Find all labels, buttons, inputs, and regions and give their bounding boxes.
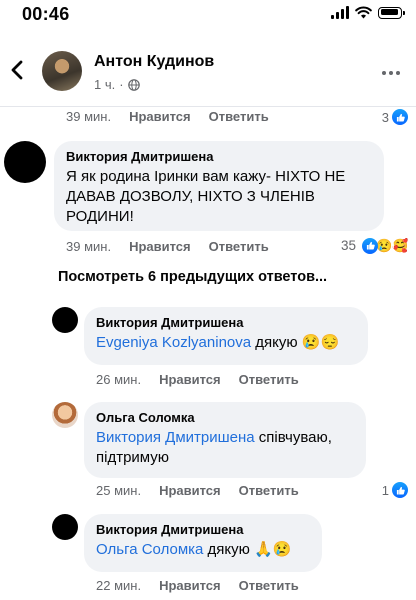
prev-comment-meta: 39 мин. Нравится Ответить (66, 109, 287, 124)
reply-meta: 26 мин. Нравится Ответить (96, 372, 317, 387)
like-icon (392, 109, 408, 125)
reply-button[interactable]: Ответить (209, 109, 269, 124)
like-button[interactable]: Нравится (129, 109, 191, 124)
reply-time: 22 мин. (96, 578, 142, 593)
reply-author[interactable]: Ольга Соломка (96, 410, 354, 425)
like-icon (392, 482, 408, 498)
emoji-text: 😢😔 (301, 334, 340, 351)
comment-author[interactable]: Виктория Дмитришена (66, 149, 372, 164)
reaction-summary[interactable]: 3 (382, 109, 408, 125)
reply-meta: 25 мин. Нравится Ответить (96, 483, 317, 498)
header-divider (0, 106, 416, 107)
comment-time: 39 мин. (66, 109, 112, 124)
reply-bubble: Виктория Дмитришена Evgeniya Kozlyaninov… (84, 307, 368, 365)
comment-time: 39 мин. (66, 239, 112, 254)
post-meta: 1 ч. · (94, 77, 140, 92)
reaction-summary[interactable]: 1 (382, 482, 408, 498)
reply-author[interactable]: Виктория Дмитришена (96, 522, 310, 537)
reaction-count: 3 (381, 109, 389, 125)
comment-text: Я як родина Іринки вам кажу- НІХТО НЕ ДА… (66, 168, 346, 225)
reply-text: Виктория Дмитришена співчуваю, підтримую (96, 429, 332, 466)
reply-button[interactable]: Ответить (239, 372, 299, 387)
comment-meta: 39 мин. Нравится Ответить (66, 239, 287, 254)
reaction-summary[interactable]: 35 😢 🥰 (341, 236, 410, 255)
reply-button[interactable]: Ответить (239, 483, 299, 498)
battery-icon (378, 6, 405, 19)
reply-time: 25 мин. (96, 483, 142, 498)
commenter-avatar[interactable] (4, 141, 46, 183)
mention-link[interactable]: Ольга Соломка (96, 541, 203, 558)
status-icons (331, 6, 405, 19)
signal-icon (331, 6, 349, 19)
author-avatar[interactable] (42, 51, 82, 91)
reply-text: Evgeniya Kozlyaninova дякую 😢😔 (96, 334, 340, 351)
reply-author[interactable]: Виктория Дмитришена (96, 315, 356, 330)
wifi-icon (355, 6, 372, 19)
like-button[interactable]: Нравится (159, 372, 221, 387)
status-time: 00:46 (22, 4, 70, 24)
reply-button[interactable]: Ответить (239, 578, 299, 593)
reaction-count: 35 (340, 238, 356, 253)
reaction-count: 1 (381, 482, 389, 498)
like-button[interactable]: Нравится (159, 578, 221, 593)
emoji-text: 🙏😢 (254, 541, 292, 558)
more-options-icon[interactable] (380, 62, 402, 84)
like-button[interactable]: Нравится (159, 483, 221, 498)
reply-avatar[interactable] (52, 514, 78, 540)
comment-bubble: Виктория Дмитришена Я як родина Іринки в… (54, 141, 384, 231)
reply-avatar[interactable] (52, 402, 78, 428)
reply-text: Ольга Соломка дякую 🙏😢 (96, 541, 292, 558)
reply-button[interactable]: Ответить (209, 239, 269, 254)
globe-icon (127, 78, 140, 91)
mention-link[interactable]: Evgeniya Kozlyaninova (96, 334, 251, 351)
mention-link[interactable]: Виктория Дмитришена (96, 429, 255, 446)
back-chevron-icon[interactable] (8, 56, 28, 84)
reply-bubble: Ольга Соломка Виктория Дмитришена співчу… (84, 402, 366, 478)
post-author-name[interactable]: Антон Кудинов (94, 53, 214, 71)
view-previous-replies[interactable]: Посмотреть 6 предыдущих ответов... (58, 269, 327, 285)
post-time[interactable]: 1 ч. (94, 77, 115, 92)
reply-bubble: Виктория Дмитришена Ольга Соломка дякую … (84, 514, 322, 572)
like-icon (362, 237, 378, 254)
reply-meta: 22 мин. Нравится Ответить (96, 578, 317, 593)
reply-avatar[interactable] (52, 307, 78, 333)
like-button[interactable]: Нравится (129, 239, 191, 254)
reply-time: 26 мин. (96, 372, 142, 387)
